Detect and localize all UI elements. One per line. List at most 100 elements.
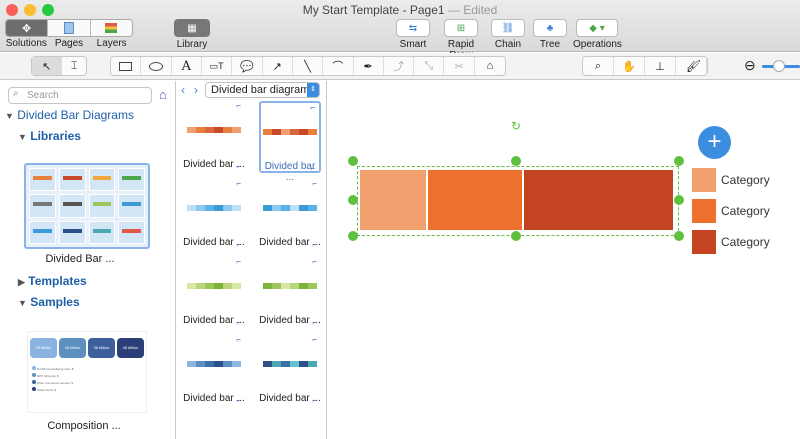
bar-segment[interactable] — [524, 170, 673, 230]
search-icon: ⌕ — [13, 88, 19, 99]
divided-bar-preview — [187, 361, 241, 367]
legend-swatch — [692, 168, 716, 192]
corner-marker-icon: ⌐ — [310, 103, 315, 112]
solution-home-icon[interactable]: ⌂ — [159, 87, 167, 102]
operations-icon: ◆ ▾ — [576, 19, 618, 37]
library-shape-item[interactable]: Divided bar ... ⌐ ⌐ — [259, 179, 321, 251]
dropdown-arrows-icon: ⇕ — [307, 83, 319, 97]
library-button[interactable]: ▦ Library — [172, 19, 212, 50]
library-thumbnail-label: Divided Bar ... — [45, 253, 115, 265]
library-thumbnail[interactable] — [24, 163, 150, 249]
bar-segment[interactable] — [428, 170, 522, 230]
library-shape-item[interactable]: Divided bar ... ⌐ ⌐ — [259, 101, 321, 183]
resize-handle[interactable] — [511, 231, 521, 241]
library-shape-item[interactable]: Divided bar ... ⌐ ⌐ — [259, 257, 321, 329]
corner-marker-icon: ⌐ — [310, 164, 315, 173]
legend-label: Category — [721, 235, 770, 249]
library-shape-item[interactable]: Divided bar ... ⌐ ⌐ — [183, 101, 245, 173]
arc-icon[interactable]: ⌒ — [323, 57, 354, 75]
text-box-icon[interactable]: ▭T — [202, 57, 233, 75]
divided-bar-preview — [263, 361, 317, 367]
pen-icon[interactable]: ✒ — [354, 57, 384, 75]
resize-handle[interactable] — [674, 156, 684, 166]
operations-button[interactable]: ◆ ▾ Operations — [573, 19, 622, 50]
smart-connector-icon: ⇆ — [396, 19, 430, 37]
title-bar: My Start Template - Page1 — Edited ✥ Sol… — [0, 0, 800, 61]
resize-handle[interactable] — [348, 156, 358, 166]
tree-button[interactable]: ♣ Tree — [532, 19, 568, 50]
line-arrow-icon[interactable]: ↗ — [263, 57, 293, 75]
legend-item[interactable]: Category — [692, 230, 770, 254]
ellipse-icon[interactable] — [141, 57, 172, 75]
pages-icon — [63, 22, 74, 34]
corner-marker-icon: ⌐ — [236, 240, 241, 249]
sample-box: 46 billion — [117, 338, 144, 358]
select-arrow-icon[interactable]: ↖ — [32, 57, 63, 75]
add-category-button[interactable]: + — [698, 126, 731, 159]
corner-marker-icon: ⌐ — [236, 179, 241, 188]
legend-item[interactable]: Category — [692, 168, 770, 192]
divided-bar-preview — [187, 127, 241, 133]
sample-thumbnail[interactable]: 25 billion 45 billion 36 billion 46 bill… — [27, 331, 147, 413]
rotate-handle-icon[interactable]: ↻ — [511, 119, 521, 133]
tag-icon[interactable]: ⌂ — [475, 57, 505, 75]
corner-marker-icon: ⌐ — [312, 257, 317, 266]
library-shape-item[interactable]: Divided bar ... ⌐ ⌐ — [183, 257, 245, 329]
zoom-out-icon[interactable]: ⊖ — [744, 57, 756, 74]
text-select-icon[interactable]: ⌶ — [62, 57, 86, 75]
corner-marker-icon: ⌐ — [236, 162, 241, 171]
library-shape-item[interactable]: Divided bar ... ⌐ ⌐ — [183, 179, 245, 251]
pages-label: Pages — [54, 38, 84, 49]
legend-swatch — [692, 230, 716, 254]
tree-libraries[interactable]: ▼ Libraries — [18, 129, 81, 143]
tree-root[interactable]: ▼ Divided Bar Diagrams — [5, 108, 134, 122]
layers-button[interactable] — [91, 20, 132, 36]
disclosure-open-icon: ▼ — [18, 298, 27, 308]
callout-icon[interactable]: 💬 — [232, 57, 263, 75]
sample-thumbnail-label: Composition ... — [47, 420, 121, 432]
legend-swatch — [692, 199, 716, 223]
resize-handle[interactable] — [348, 231, 358, 241]
bezier-icon[interactable]: ⤡ — [414, 57, 445, 75]
text-icon[interactable]: A — [172, 57, 202, 75]
line-icon[interactable]: ╲ — [293, 57, 324, 75]
library-dropdown[interactable]: Divided bar diagrams ⇕ — [205, 82, 320, 98]
layers-label: Layers — [96, 38, 127, 49]
solutions-button[interactable]: ✥ — [6, 20, 49, 36]
curve-icon[interactable]: ⤴ — [384, 57, 415, 75]
library-shape-item[interactable]: Divided bar ... ⌐ ⌐ — [183, 335, 245, 407]
divided-bar-preview — [187, 283, 241, 289]
legend-label: Category — [721, 204, 770, 218]
resize-handle[interactable] — [348, 195, 358, 205]
divided-bar-preview — [263, 129, 317, 135]
tree-templates[interactable]: ▶ Templates — [18, 274, 87, 288]
tree-samples[interactable]: ▼ Samples — [18, 295, 80, 309]
sample-box: 45 billion — [59, 338, 86, 358]
rectangle-icon[interactable] — [111, 57, 142, 75]
stamp-icon[interactable]: ⊥ — [645, 57, 676, 75]
resize-handle[interactable] — [674, 231, 684, 241]
corner-marker-icon: ⌐ — [312, 335, 317, 344]
library-shape-item[interactable]: Divided bar ... ⌐ ⌐ — [259, 335, 321, 407]
resize-handle[interactable] — [674, 195, 684, 205]
chevron-right-icon[interactable]: › — [194, 83, 198, 97]
sample-box: 36 billion — [88, 338, 115, 358]
view-segmented-control[interactable]: ✥ — [5, 19, 133, 37]
smart-button[interactable]: ⇆ Smart — [395, 19, 431, 50]
legend-label: Category — [721, 173, 770, 187]
freehand-icon[interactable]: ✂ — [444, 57, 475, 75]
chevron-left-icon[interactable]: ‹ — [181, 83, 185, 97]
chain-button[interactable]: ⛓ Chain — [490, 19, 526, 50]
pages-button[interactable] — [48, 20, 91, 36]
resize-handle[interactable] — [511, 156, 521, 166]
bar-segment[interactable] — [360, 170, 426, 230]
paintbrush-icon[interactable]: 🖌 — [686, 59, 701, 73]
solutions-sidebar: Search ⌕ ⌂ ▼ Divided Bar Diagrams ▼ Libr… — [0, 81, 176, 439]
search-input[interactable]: Search — [8, 87, 152, 104]
zoom-slider-knob[interactable] — [773, 60, 785, 72]
corner-marker-icon: ⌐ — [312, 240, 317, 249]
legend-item[interactable]: Category — [692, 199, 770, 223]
hand-pan-icon[interactable]: ✋ — [614, 57, 645, 75]
sample-box: 25 billion — [30, 338, 57, 358]
zoom-search-icon[interactable]: ⌕ — [583, 57, 614, 75]
